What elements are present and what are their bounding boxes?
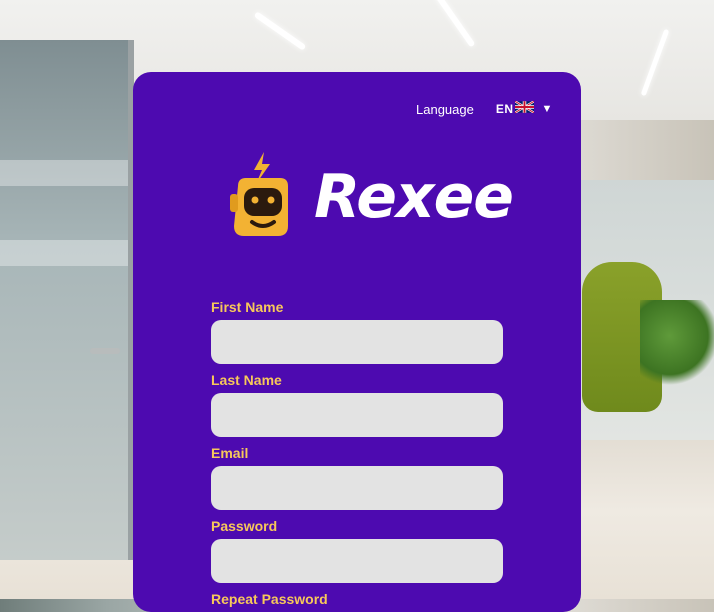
password-field[interactable]: [211, 539, 503, 583]
last-name-label: Last Name: [211, 372, 282, 388]
password-label: Password: [211, 518, 278, 534]
glass-door: [0, 40, 134, 560]
email-label: Email: [211, 445, 249, 461]
first-name-field[interactable]: [211, 320, 503, 364]
brand-name: Rexee: [314, 161, 514, 232]
door-handle: [90, 348, 120, 354]
caret-down-icon[interactable]: ▼: [542, 103, 553, 115]
robot-mascot-icon: [230, 150, 294, 243]
last-name-field[interactable]: [211, 393, 503, 437]
uk-flag-icon: [513, 100, 535, 118]
plant: [640, 300, 714, 390]
repeat-password-label: Repeat Password: [211, 591, 328, 607]
language-label: Language: [416, 101, 474, 117]
registration-form: First Name Last Name Email Password Repe…: [211, 298, 503, 612]
first-name-label: First Name: [211, 299, 284, 315]
brand-logo: Rexee: [230, 150, 514, 243]
email-field[interactable]: [211, 466, 503, 510]
language-selector[interactable]: Language EN ▼: [416, 100, 552, 118]
language-code[interactable]: EN: [496, 102, 514, 116]
